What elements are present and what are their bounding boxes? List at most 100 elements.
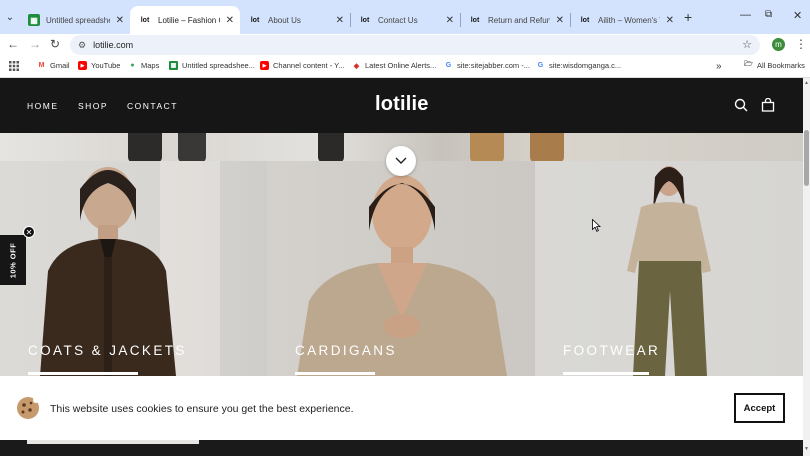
minimize-icon[interactable]: — bbox=[740, 9, 751, 21]
close-tab-icon[interactable]: ✕ bbox=[226, 15, 234, 26]
category-label: CARDIGANS bbox=[295, 343, 397, 358]
category-tile-cardigans[interactable]: CARDIGANS bbox=[267, 161, 535, 376]
shopping-bag-icon[interactable] bbox=[761, 98, 775, 112]
tab-title: Lotilie – Fashion Online bbox=[158, 15, 220, 25]
close-tab-icon[interactable]: ✕ bbox=[556, 15, 564, 26]
nav-contact-link[interactable]: CONTACT bbox=[127, 101, 178, 111]
bookmark-star-icon[interactable]: ☆ bbox=[742, 38, 752, 51]
tab-search-chevron-icon[interactable]: ⌄ bbox=[2, 9, 18, 25]
category-underline bbox=[295, 372, 375, 375]
sheets-icon: ▦ bbox=[28, 14, 40, 26]
gmail-icon: M bbox=[38, 62, 45, 69]
lotilie-favicon-icon: lot bbox=[140, 16, 150, 24]
tab-title: Contact Us bbox=[378, 15, 418, 25]
bookmark-channel-content[interactable]: ▶ Channel content - Y... bbox=[260, 61, 344, 70]
bookmarks-bar: M Gmail ▶ YouTube ● Maps ▦ Untitled spre… bbox=[0, 56, 810, 78]
bookmark-label: Channel content - Y... bbox=[273, 61, 345, 70]
tab-return-refund[interactable]: lot Return and Refund Policy ✕ bbox=[460, 6, 570, 34]
chevron-down-icon bbox=[395, 157, 407, 164]
address-bar[interactable]: ⚙ lotilie.com ☆ bbox=[70, 35, 760, 55]
site-header: HOME SHOP CONTACT lotilie bbox=[0, 78, 803, 133]
lotilie-favicon-icon: lot bbox=[580, 16, 590, 24]
discount-side-tab[interactable]: 10% OFF bbox=[0, 235, 26, 285]
maps-pin-icon: ● bbox=[130, 62, 135, 69]
back-arrow-icon[interactable]: ← bbox=[7, 37, 19, 51]
close-tab-icon[interactable]: ✕ bbox=[336, 15, 344, 26]
page-content-below bbox=[0, 440, 803, 456]
profile-avatar[interactable]: m bbox=[772, 38, 785, 51]
bookmark-maps[interactable]: ● Maps bbox=[128, 61, 159, 70]
site-logo[interactable]: lotilie bbox=[375, 93, 429, 116]
alerts-icon: ◆ bbox=[353, 62, 360, 70]
bookmark-label: Gmail bbox=[50, 61, 70, 70]
nav-home-link[interactable]: HOME bbox=[27, 101, 59, 111]
bookmark-latest-online-alerts[interactable]: ◆ Latest Online Alerts... bbox=[352, 61, 437, 70]
cookie-message: This website uses cookies to ensure you … bbox=[50, 403, 354, 415]
sheets-icon: ▦ bbox=[169, 61, 178, 70]
bookmark-label: Untitled spreadshee... bbox=[182, 61, 255, 70]
url-text: lotilie.com bbox=[93, 40, 134, 50]
category-underline bbox=[563, 372, 649, 375]
forward-arrow-icon[interactable]: → bbox=[29, 37, 41, 51]
bookmark-wisdomganga[interactable]: G site:wisdomganga.c... bbox=[536, 61, 621, 70]
all-bookmarks-folder[interactable]: 🗁 All Bookmarks bbox=[744, 61, 805, 70]
apps-grid-icon[interactable] bbox=[9, 61, 19, 71]
site-settings-icon[interactable]: ⚙ bbox=[78, 40, 86, 51]
more-bookmarks-chevron-icon[interactable]: » bbox=[716, 61, 722, 72]
new-tab-plus-icon[interactable]: + bbox=[684, 9, 692, 25]
nav-shop-link[interactable]: SHOP bbox=[78, 101, 108, 111]
browser-menu-icon[interactable]: ⋮ bbox=[795, 37, 807, 51]
close-tab-icon[interactable]: ✕ bbox=[116, 15, 124, 26]
tab-untitled-spreadsheet[interactable]: ▦ Untitled spreadsheet ✕ bbox=[20, 6, 130, 34]
bookmark-label: site:wisdomganga.c... bbox=[549, 61, 622, 70]
reload-icon[interactable]: ↻ bbox=[50, 37, 60, 51]
category-tile-footwear[interactable]: FOOTWEAR bbox=[535, 161, 803, 376]
hero-figure-leg bbox=[318, 133, 344, 163]
lotilie-favicon-icon: lot bbox=[360, 16, 370, 24]
tab-title: Return and Refund Policy bbox=[488, 15, 550, 25]
tab-title: Untitled spreadsheet bbox=[46, 15, 110, 25]
content-stripe bbox=[27, 440, 199, 444]
tab-ailith[interactable]: lot Ailith – Women's Tall ✕ bbox=[570, 6, 680, 34]
bookmark-youtube[interactable]: ▶ YouTube bbox=[78, 61, 120, 70]
page-scrollbar[interactable]: ▲ ▼ bbox=[803, 78, 810, 456]
mouse-cursor-icon bbox=[592, 219, 601, 232]
close-window-icon[interactable]: ✕ bbox=[793, 9, 802, 22]
search-icon[interactable] bbox=[734, 98, 748, 112]
category-underline bbox=[28, 372, 138, 375]
tab-contact-us[interactable]: lot Contact Us ✕ bbox=[350, 6, 460, 34]
accept-cookies-button[interactable]: Accept bbox=[734, 393, 785, 423]
tab-about-us[interactable]: lot About Us ✕ bbox=[240, 6, 350, 34]
bookmark-label: Latest Online Alerts... bbox=[365, 61, 437, 70]
category-label: FOOTWEAR bbox=[563, 343, 661, 358]
bookmark-label: Maps bbox=[141, 61, 160, 70]
scroll-down-button[interactable] bbox=[386, 146, 416, 176]
scrollbar-thumb[interactable] bbox=[804, 130, 809, 186]
discount-label: 10% OFF bbox=[8, 242, 18, 278]
bookmark-gmail[interactable]: M Gmail bbox=[37, 61, 70, 70]
youtube-icon: ▶ bbox=[78, 61, 87, 70]
lotilie-favicon-icon: lot bbox=[250, 16, 260, 24]
close-tab-icon[interactable]: ✕ bbox=[446, 15, 454, 26]
close-tab-icon[interactable]: ✕ bbox=[666, 15, 674, 26]
cookie-icon bbox=[17, 397, 39, 419]
bookmark-label: site:sitejabber.com -... bbox=[457, 61, 530, 70]
browser-toolbar: ← → ↻ ⚙ lotilie.com ☆ m ⋮ bbox=[0, 34, 810, 56]
bookmark-sitejabber[interactable]: G site:sitejabber.com -... bbox=[444, 61, 530, 70]
browser-tab-strip: ⌄ ▦ Untitled spreadsheet ✕ lot Lotilie –… bbox=[0, 0, 810, 34]
lotilie-favicon-icon: lot bbox=[470, 16, 480, 24]
category-label: COATS & JACKETS bbox=[28, 343, 187, 358]
hero-figure-leg bbox=[530, 133, 564, 163]
bookmark-untitled-spreadsheet[interactable]: ▦ Untitled spreadshee... bbox=[169, 61, 255, 70]
category-tile-coats-jackets[interactable]: COATS & JACKETS bbox=[0, 161, 267, 376]
bookmark-label: All Bookmarks bbox=[757, 61, 805, 70]
google-icon: G bbox=[537, 62, 544, 69]
bookmark-label: YouTube bbox=[91, 61, 121, 70]
hero-figure-leg bbox=[470, 133, 504, 163]
restore-icon[interactable]: ⧉ bbox=[765, 9, 772, 20]
close-discount-icon[interactable]: ✕ bbox=[23, 226, 35, 238]
tab-lotilie-active[interactable]: lot Lotilie – Fashion Online ✕ bbox=[130, 6, 240, 34]
google-icon: G bbox=[445, 62, 452, 69]
scroll-down-arrow-icon[interactable]: ▼ bbox=[803, 446, 810, 452]
scroll-up-arrow-icon[interactable]: ▲ bbox=[803, 80, 810, 86]
